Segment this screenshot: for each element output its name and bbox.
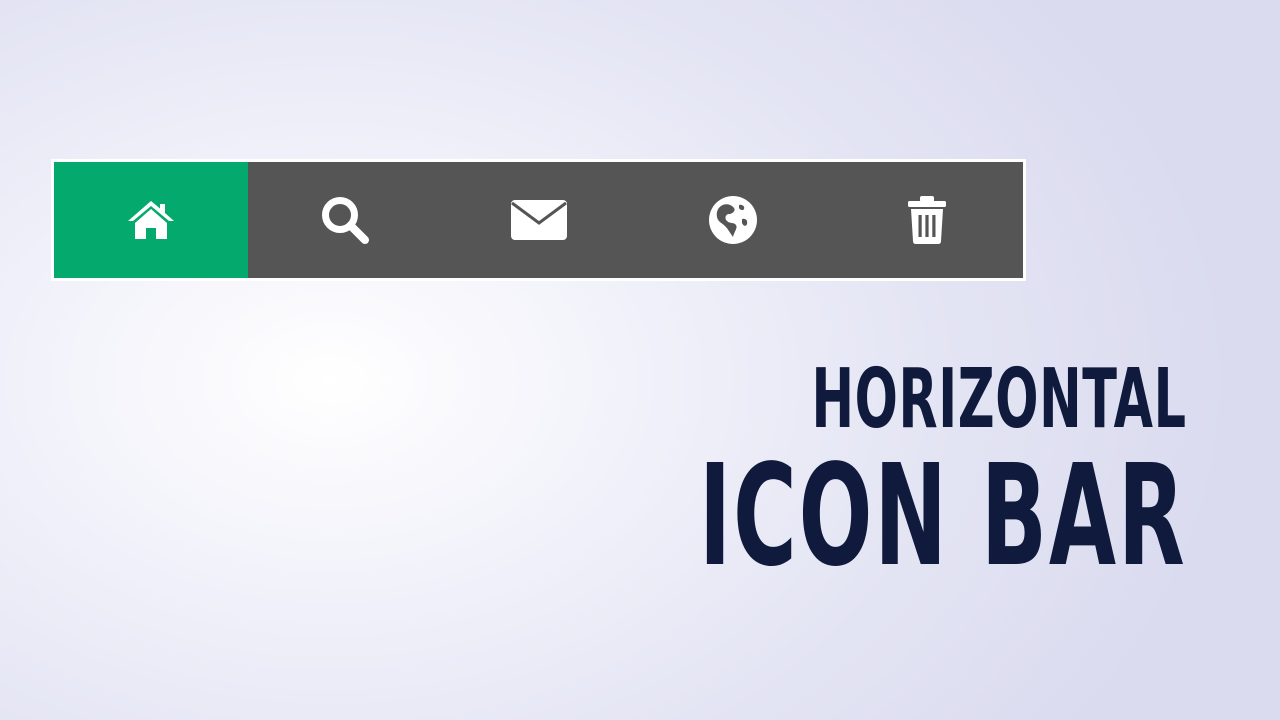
title-block: HORIZONTAL ICON BAR [400, 350, 1187, 592]
icon-bar [51, 159, 1026, 281]
title-line-2: ICON BAR [699, 435, 1187, 598]
envelope-icon [511, 200, 567, 240]
search-icon [322, 197, 369, 244]
home-icon [128, 201, 174, 239]
trash-icon [907, 196, 946, 244]
nav-item-mail[interactable] [442, 162, 636, 278]
globe-icon [709, 196, 757, 244]
nav-item-trash[interactable] [830, 162, 1023, 278]
nav-item-search[interactable] [248, 162, 442, 278]
nav-item-home[interactable] [54, 162, 248, 278]
nav-item-globe[interactable] [636, 162, 830, 278]
